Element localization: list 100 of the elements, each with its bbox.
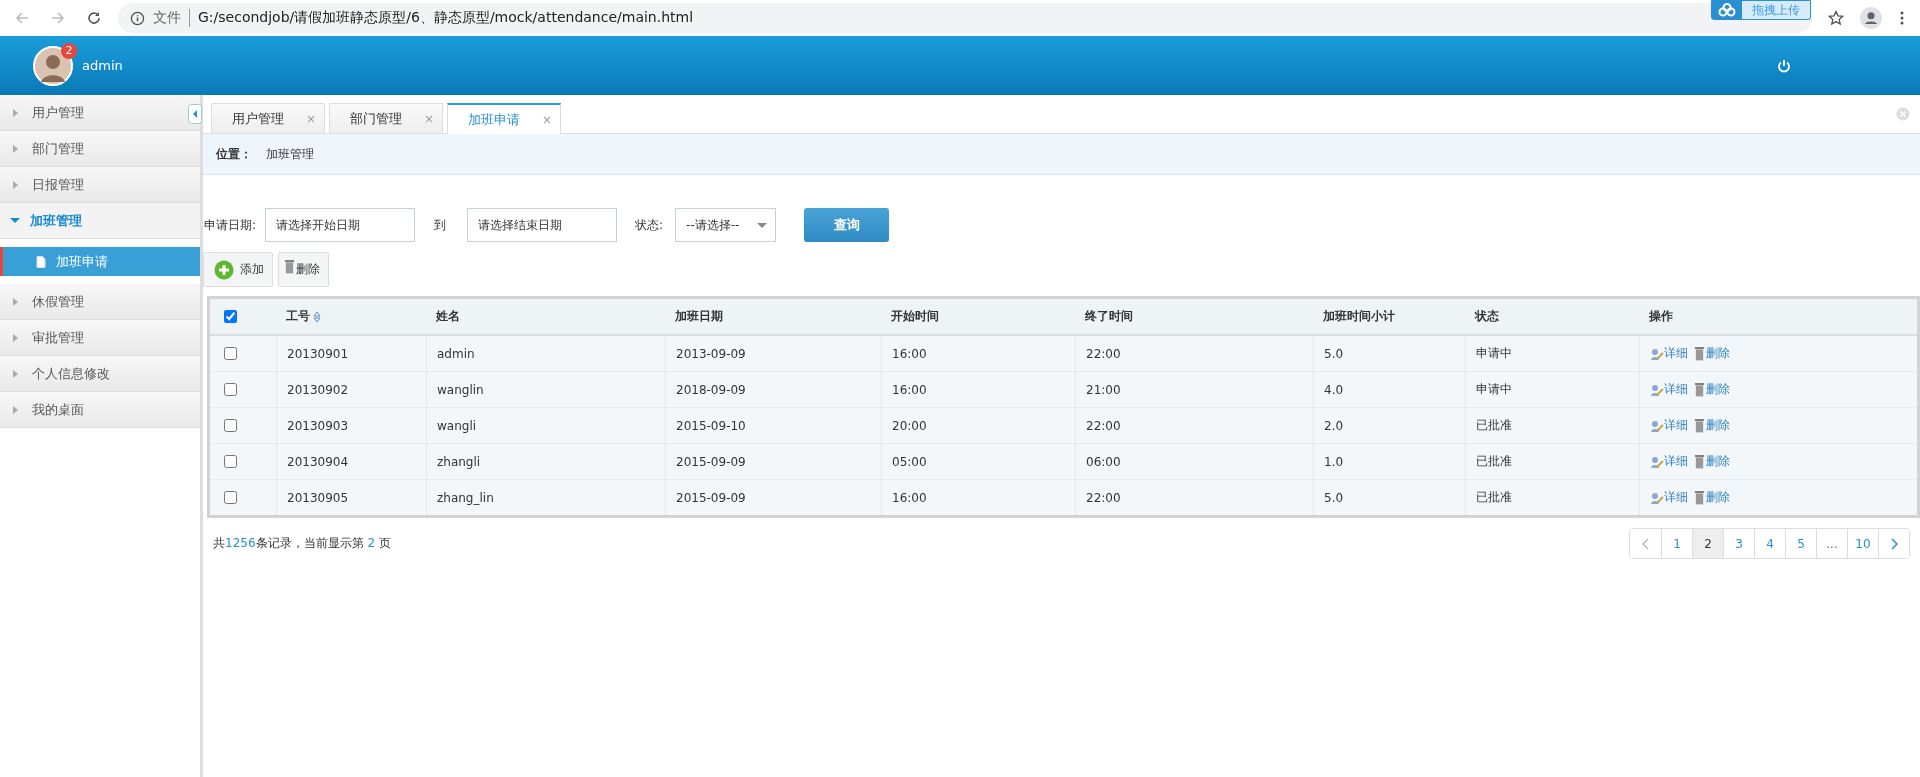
table-cell: 已批准 (1476, 453, 1512, 470)
row-checkbox[interactable] (224, 419, 237, 432)
table-cell: 16:00 (892, 382, 927, 397)
row-checkbox[interactable] (224, 455, 237, 468)
date-label: 申请日期: (204, 216, 257, 234)
detail-link[interactable]: 详细 (1650, 417, 1688, 434)
table-cell: 16:00 (892, 490, 927, 505)
delete-button[interactable]: 删除 (278, 252, 329, 287)
table-cell: 已批准 (1476, 489, 1512, 506)
sidebar-subitem[interactable]: 加班申请 (0, 247, 200, 276)
column-header: 终了时间 (1085, 308, 1133, 325)
table-cell: 申请中 (1476, 381, 1512, 398)
column-header: 加班日期 (675, 308, 723, 325)
row-checkbox[interactable] (224, 347, 237, 360)
start-date-field[interactable]: 请选择开始日期 (265, 208, 416, 242)
user-edit-icon (1650, 490, 1664, 505)
add-button[interactable]: 添加 (203, 252, 273, 287)
user-edit-icon (1650, 418, 1664, 433)
sidebar-item[interactable]: 日报管理 (0, 167, 200, 203)
row-checkbox[interactable] (224, 491, 237, 504)
to-label: 到 (434, 216, 447, 234)
tab[interactable]: 加班申请 × (447, 103, 561, 134)
close-tab-icon[interactable]: × (541, 112, 552, 127)
table-cell: 2.0 (1324, 418, 1344, 433)
sidebar-item[interactable]: 用户管理 (0, 95, 200, 131)
user-name: admin (82, 58, 123, 73)
trash-icon (1694, 454, 1705, 469)
table-cell: 申请中 (1476, 345, 1512, 362)
search-button[interactable]: 查询 (804, 208, 890, 242)
sidebar-item[interactable]: 休假管理 (0, 284, 200, 320)
table-cell: 21:00 (1086, 382, 1121, 397)
table-cell: 22:00 (1086, 490, 1121, 505)
close-tab-icon[interactable]: × (305, 111, 316, 126)
table-cell: 20130902 (287, 382, 349, 397)
table-cell: 16:00 (892, 346, 927, 361)
trash-icon (284, 259, 295, 274)
chevron-right-icon (1890, 537, 1898, 550)
avatar[interactable] (33, 45, 73, 86)
table-cell: admin (437, 346, 475, 361)
page-button[interactable]: 2 (1692, 529, 1723, 558)
delete-link[interactable]: 删除 (1694, 489, 1730, 506)
end-date-field[interactable]: 请选择结束日期 (467, 208, 618, 242)
table-cell: 22:00 (1086, 346, 1121, 361)
trash-icon (1694, 490, 1705, 505)
row-checkbox[interactable] (224, 383, 237, 396)
collapse-sidebar-icon[interactable] (188, 104, 202, 124)
document-icon (36, 255, 46, 268)
table-cell: 4.0 (1324, 382, 1344, 397)
table-cell: 20130901 (287, 346, 349, 361)
menu-icon[interactable] (1900, 10, 1904, 26)
profile-icon[interactable] (1860, 7, 1882, 29)
delete-link[interactable]: 删除 (1694, 381, 1730, 398)
detail-link[interactable]: 详细 (1650, 453, 1688, 470)
reload-icon[interactable] (86, 10, 102, 26)
table-cell: wanglin (437, 382, 484, 397)
tab[interactable]: 用户管理 × (211, 103, 325, 133)
table-cell: 5.0 (1324, 490, 1344, 505)
table-cell: zhang_lin (437, 490, 494, 505)
status-label: 状态: (635, 216, 664, 234)
trash-icon (1694, 346, 1705, 361)
table-cell: 20:00 (892, 418, 927, 433)
sidebar-item[interactable]: 加班管理 (0, 203, 200, 239)
table-cell: 22:00 (1086, 418, 1121, 433)
table-cell: 5.0 (1324, 346, 1344, 361)
trash-icon (1694, 382, 1705, 397)
delete-link[interactable]: 删除 (1694, 345, 1730, 362)
user-edit-icon (1650, 346, 1664, 361)
detail-link[interactable]: 详细 (1650, 345, 1688, 362)
trash-icon (1694, 418, 1705, 433)
detail-link[interactable]: 详细 (1650, 381, 1688, 398)
delete-link[interactable]: 删除 (1694, 453, 1730, 470)
notification-badge: 2 (61, 42, 77, 59)
status-dropdown[interactable]: --请选择-- (675, 208, 777, 242)
column-header: 加班时间小计 (1323, 308, 1395, 325)
security-label: 文件 (153, 9, 190, 27)
tab[interactable]: 部门管理 × (329, 103, 443, 133)
sidebar-item[interactable]: 个人信息修改 (0, 356, 200, 392)
sidebar-item[interactable]: 我的桌面 (0, 392, 200, 428)
column-header: 姓名 (436, 308, 460, 325)
sidebar-item[interactable]: 审批管理 (0, 320, 200, 356)
record-summary: 共1256条记录，当前显示第 2 页 (213, 535, 391, 552)
location-label: 位置： (216, 145, 252, 163)
column-header: 开始时间 (891, 308, 939, 325)
power-icon[interactable] (1776, 58, 1792, 74)
table-cell: 2013-09-09 (676, 346, 746, 361)
select-all-checkbox[interactable] (224, 310, 237, 323)
star-icon[interactable] (1828, 10, 1844, 26)
info-icon (130, 10, 145, 26)
close-tab-icon[interactable]: × (423, 111, 434, 126)
detail-link[interactable]: 详细 (1650, 489, 1688, 506)
column-header: 状态 (1475, 308, 1499, 325)
sort-icon[interactable] (313, 310, 321, 323)
table-cell: 2015-09-10 (676, 418, 746, 433)
table-cell: wangli (437, 418, 477, 433)
upload-extension-button[interactable]: 拖拽上传 (1711, 0, 1811, 20)
delete-link[interactable]: 删除 (1694, 417, 1730, 434)
table-cell: 20130904 (287, 454, 349, 469)
table-cell: 2015-09-09 (676, 490, 746, 505)
sidebar-item[interactable]: 部门管理 (0, 131, 200, 167)
table-cell: zhangli (437, 454, 481, 469)
